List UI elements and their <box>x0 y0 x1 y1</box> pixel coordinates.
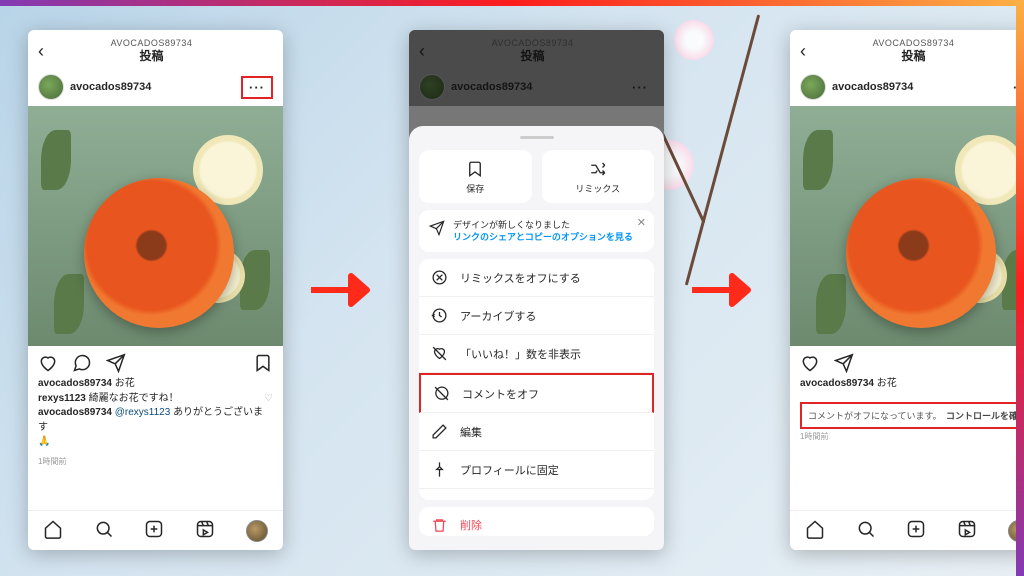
tab-create-icon[interactable] <box>906 519 926 542</box>
share-icon[interactable] <box>834 353 854 373</box>
menu-item-comments-off[interactable]: コメントをオフ <box>419 373 654 413</box>
comment-text: 綺麗なお花ですね！ <box>89 393 179 404</box>
control-link[interactable]: コントロールを確認 <box>946 409 1024 422</box>
post-photo[interactable] <box>790 106 1024 346</box>
phone-step-2: ‹ AVOCADOS89734 投稿 avocados89734 ··· 保存 <box>409 30 664 550</box>
arrow-icon <box>311 270 381 310</box>
more-options-button[interactable]: ··· <box>241 76 273 99</box>
menu-item-share-other[interactable]: 他のアプリに投稿... <box>419 489 654 499</box>
arrow-icon <box>692 270 762 310</box>
topbar: ‹ AVOCADOS89734 投稿 <box>28 30 283 68</box>
caption-username[interactable]: avocados89734 <box>38 378 112 389</box>
menu-item-delete[interactable]: 削除 <box>419 507 654 536</box>
tab-home-icon[interactable] <box>43 519 63 542</box>
avatar[interactable] <box>800 74 826 100</box>
sheet-info-banner[interactable]: デザインが新しくなりました リンクのシェアとコピーのオプションを見る ✕ <box>419 210 654 252</box>
sheet-remix-button[interactable]: リミックス <box>542 150 655 203</box>
info-title: デザインが新しくなりました <box>453 219 633 231</box>
header-title: 投稿 <box>44 49 259 64</box>
tab-profile-icon[interactable] <box>246 520 268 542</box>
save-icon[interactable] <box>253 353 273 373</box>
caption-text: お花 <box>115 378 135 389</box>
sheet-save-button[interactable]: 保存 <box>419 150 532 203</box>
timestamp: 1時間前 <box>28 456 283 475</box>
menu-item-pin[interactable]: プロフィールに固定 <box>419 451 654 489</box>
save-icon[interactable] <box>1015 353 1024 373</box>
sheet-grip[interactable] <box>520 136 554 139</box>
avatar <box>419 74 445 100</box>
comments-off-notice[interactable]: コメントがオフになっています。 コントロールを確認 <box>800 402 1024 429</box>
avatar[interactable] <box>38 74 64 100</box>
tab-reels-icon[interactable] <box>195 519 215 542</box>
post-photo[interactable] <box>28 106 283 346</box>
reply-username[interactable]: avocados89734 <box>38 407 112 418</box>
tab-profile-icon[interactable] <box>1008 520 1024 542</box>
sheet-save-label: 保存 <box>466 182 484 195</box>
share-icon[interactable] <box>106 353 126 373</box>
tab-reels-icon[interactable] <box>957 519 977 542</box>
comments-off-text: コメントがオフになっています。 <box>808 409 942 422</box>
sheet-remix-label: リミックス <box>575 182 620 195</box>
comment-username[interactable]: rexys1123 <box>38 393 86 404</box>
tab-create-icon[interactable] <box>144 519 164 542</box>
menu-item-hide-likes[interactable]: 「いいね！」数を非表示 <box>419 335 654 373</box>
more-options-button[interactable]: ··· <box>1007 78 1024 97</box>
like-icon[interactable] <box>800 353 820 373</box>
comment-heart-icon[interactable]: ♡ <box>264 392 273 407</box>
like-icon[interactable] <box>38 353 58 373</box>
header-username: AVOCADOS89734 <box>44 38 259 49</box>
phone-step-3: ‹ AVOCADOS89734 投稿 avocados89734 ··· avo… <box>790 30 1024 550</box>
comment-icon[interactable] <box>72 353 92 373</box>
reply-mention[interactable]: @rexys1123 <box>115 407 171 418</box>
tab-search-icon[interactable] <box>856 519 876 542</box>
tab-home-icon[interactable] <box>805 519 825 542</box>
phone-step-1: ‹ AVOCADOS89734 投稿 avocados89734 ··· avo… <box>28 30 283 550</box>
menu-item-archive[interactable]: アーカイブする <box>419 297 654 335</box>
menu-item-edit[interactable]: 編集 <box>419 413 654 451</box>
action-sheet: 保存 リミックス デザインが新しくなりました リンクのシェアとコピーのオプション… <box>409 126 664 550</box>
post-username[interactable]: avocados89734 <box>70 81 151 93</box>
menu-item-remix-off[interactable]: リミックスをオフにする <box>419 259 654 297</box>
reply-emoji: 🙏 <box>38 436 50 447</box>
close-icon[interactable]: ✕ <box>637 216 646 229</box>
info-link[interactable]: リンクのシェアとコピーのオプションを見る <box>453 231 633 243</box>
tab-search-icon[interactable] <box>94 519 114 542</box>
